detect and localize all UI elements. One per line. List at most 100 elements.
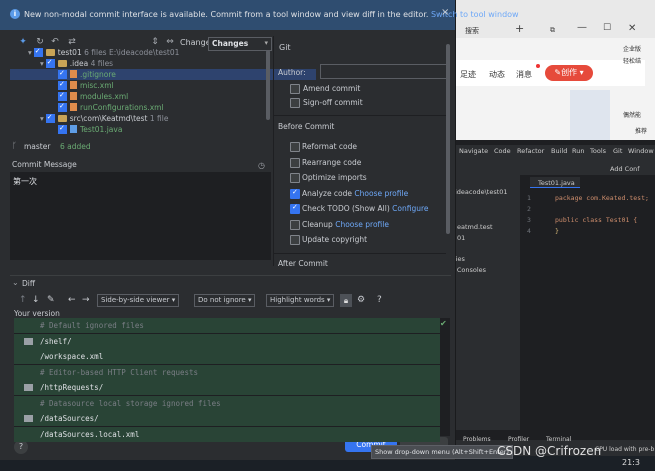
no-problems-check-icon: ✔: [440, 319, 447, 328]
chevron-down-icon: ▾: [264, 39, 268, 47]
menu-run[interactable]: Run: [572, 147, 584, 155]
menu-window[interactable]: Window: [628, 147, 654, 155]
collapse-all-icon[interactable]: ⇔: [165, 37, 175, 47]
side-text-4: 推荐: [635, 128, 648, 135]
before-commit-checkbox[interactable]: [290, 188, 300, 199]
project-item-4[interactable]: l Consoles: [453, 266, 486, 274]
lock-icon[interactable]: 🔒︎: [340, 294, 352, 307]
file-checkbox[interactable]: [45, 112, 55, 123]
tree-file-row[interactable]: Test01.java: [10, 123, 316, 135]
line-number-4: 4: [527, 227, 531, 235]
tree-scrollbar[interactable]: [266, 50, 270, 120]
nav-item-footprint[interactable]: 足迹: [460, 69, 476, 80]
menu-refactor[interactable]: Refactor: [517, 147, 544, 155]
maximize-icon[interactable]: ☐: [603, 23, 611, 33]
dialog-help-button[interactable]: ?: [14, 440, 28, 454]
before-commit-checkbox[interactable]: [290, 157, 300, 168]
rollback-icon[interactable]: ✦: [18, 37, 28, 47]
code-editor[interactable]: [520, 175, 655, 430]
file-checkbox[interactable]: [58, 79, 67, 90]
tab-actions-icon[interactable]: ⧉: [550, 26, 555, 35]
create-button[interactable]: ✎创作 ▾: [545, 65, 593, 81]
next-file-icon[interactable]: →: [82, 295, 90, 305]
project-item-2[interactable]: 01: [457, 234, 465, 242]
file-icon: [70, 81, 77, 89]
branch-name[interactable]: master: [24, 142, 50, 151]
banner-thumbnail: [570, 90, 610, 140]
problems-tab[interactable]: Problems: [463, 436, 491, 443]
undo-icon[interactable]: ↶: [50, 37, 60, 47]
non-modal-commit-banner: i New non-modal commit interface is avai…: [0, 0, 519, 30]
tree-folder-row[interactable]: ▾ src\com\Keatmd\test 1 file: [10, 112, 298, 124]
add-configuration-button[interactable]: Add Conf: [610, 165, 640, 173]
diff-header[interactable]: Diff: [22, 279, 35, 288]
menu-code[interactable]: Code: [494, 147, 511, 155]
browser-tab-title[interactable]: 搜索: [465, 26, 479, 36]
tree-file-row[interactable]: modules.xml: [10, 90, 316, 102]
diff-collapse-icon[interactable]: ⌄: [12, 278, 19, 287]
diff-line: /shelf/: [14, 333, 440, 349]
show-diff-icon[interactable]: ⇄: [67, 37, 77, 47]
edit-source-icon[interactable]: ✎: [47, 295, 55, 305]
before-after-separator: [274, 253, 446, 254]
diff-line-text: /workspace.xml: [40, 352, 104, 361]
amend-commit-checkbox[interactable]: [290, 84, 300, 94]
next-diff-icon[interactable]: ↓: [32, 295, 40, 305]
expand-arrow-icon[interactable]: ▾: [28, 48, 32, 57]
tree-file-row[interactable]: misc.xml: [10, 79, 316, 91]
close-banner-icon[interactable]: ×: [441, 7, 449, 18]
file-checkbox[interactable]: [58, 123, 67, 134]
signoff-commit-checkbox[interactable]: [290, 98, 300, 108]
before-commit-option: Check TODO (Show All) Configure: [302, 204, 429, 213]
nav-item-activity[interactable]: 动态: [489, 69, 505, 80]
before-commit-checkbox[interactable]: [290, 142, 300, 152]
diff-settings-gear-icon[interactable]: ⚙: [357, 295, 365, 305]
file-checkbox[interactable]: [58, 68, 67, 79]
before-commit-checkbox[interactable]: [290, 219, 300, 230]
folder-icon: [45, 48, 55, 56]
before-commit-option-link[interactable]: Choose profile: [354, 189, 408, 198]
file-checkbox[interactable]: [58, 101, 67, 112]
expand-all-icon[interactable]: ⇕: [150, 37, 160, 47]
viewer-select[interactable]: Side-by-side viewer ▾: [97, 294, 180, 307]
diff-line: # Datasource local storage ignored files: [14, 395, 440, 411]
menu-tools[interactable]: Tools: [590, 147, 606, 155]
file-checkbox[interactable]: [58, 90, 67, 101]
diff-help-icon[interactable]: ?: [377, 295, 382, 305]
before-commit-option-link[interactable]: Choose profile: [335, 220, 389, 229]
expand-arrow-icon[interactable]: ▾: [40, 59, 44, 68]
menu-build[interactable]: Build: [551, 147, 567, 155]
folder-icon: [24, 337, 33, 345]
tree-file-row[interactable]: .gitignore: [10, 68, 316, 80]
menu-navigate[interactable]: Navigate: [459, 147, 488, 155]
prev-diff-icon[interactable]: ↑: [19, 295, 27, 305]
menu-git[interactable]: Git: [613, 147, 622, 155]
ignore-whitespace-select[interactable]: Do not ignore ▾: [194, 294, 256, 307]
tree-item-label: test01: [57, 48, 82, 57]
panel-divider: [273, 36, 274, 266]
git-panel-scrollbar[interactable]: [446, 44, 450, 234]
tree-folder-row[interactable]: ▾ .idea 4 files: [10, 57, 298, 69]
prev-file-icon[interactable]: ←: [68, 295, 76, 305]
author-input[interactable]: [320, 64, 450, 79]
terminal-tab[interactable]: Terminal: [546, 436, 571, 443]
minimize-icon[interactable]: —: [577, 22, 587, 33]
before-commit-option-link[interactable]: Configure: [392, 204, 428, 213]
file-checkbox[interactable]: [45, 57, 55, 68]
before-commit-checkbox[interactable]: [290, 173, 300, 183]
before-commit-checkbox[interactable]: [290, 203, 300, 214]
commit-message-textarea[interactable]: 第一次: [10, 172, 271, 260]
nav-item-messages[interactable]: 消息: [516, 69, 532, 80]
profiler-tab[interactable]: Profiler: [508, 436, 529, 443]
editor-tab[interactable]: Test01.java: [530, 177, 580, 188]
close-window-icon[interactable]: ✕: [628, 23, 636, 34]
new-tab-icon[interactable]: +: [515, 22, 524, 35]
file-checkbox[interactable]: [33, 46, 43, 57]
before-commit-checkbox[interactable]: [290, 235, 300, 245]
highlight-select[interactable]: Highlight words ▾: [266, 294, 335, 307]
project-item-1[interactable]: eatmd.test: [457, 223, 493, 231]
expand-arrow-icon[interactable]: ▾: [40, 114, 44, 123]
history-icon[interactable]: ◷: [258, 161, 265, 170]
amend-commit-label: Amend commit: [303, 84, 361, 93]
tree-file-row[interactable]: runConfigurations.xml: [10, 101, 316, 113]
